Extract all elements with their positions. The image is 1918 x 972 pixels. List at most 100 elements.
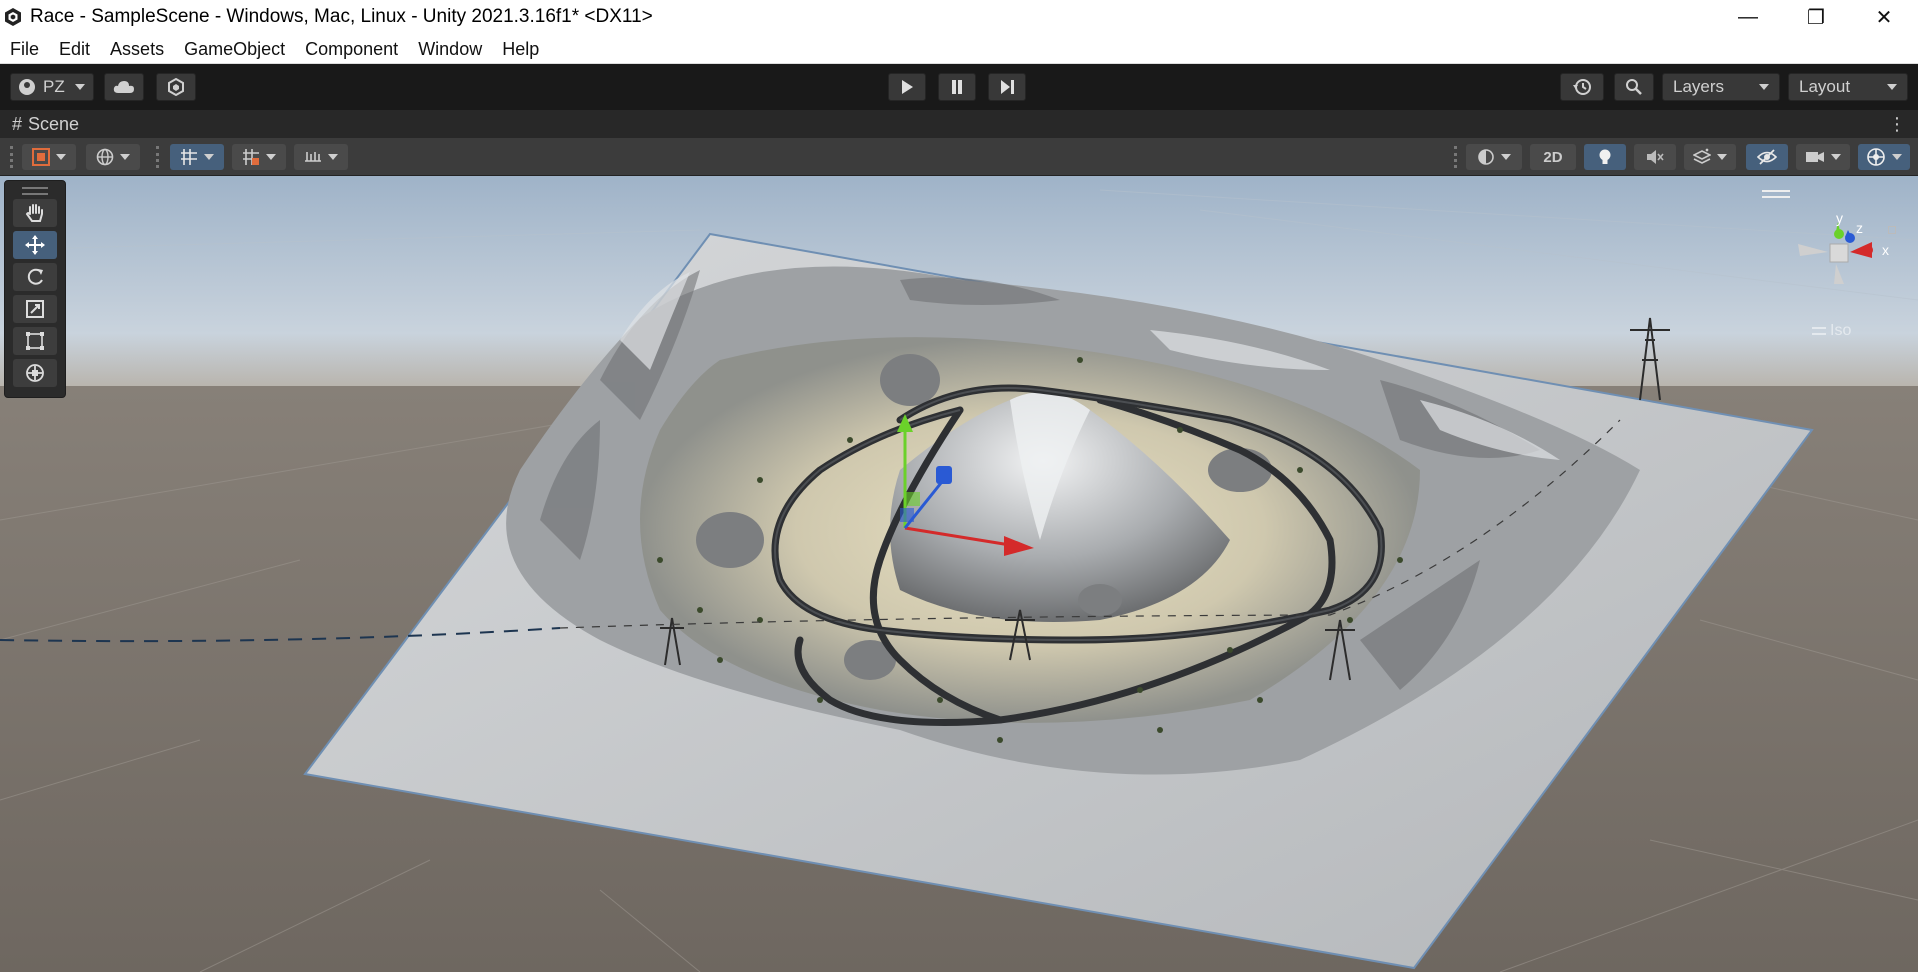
tab-scene[interactable]: Scene — [28, 114, 79, 135]
globe-icon — [96, 148, 114, 166]
account-button[interactable]: PZ — [10, 73, 94, 101]
chevron-down-icon — [1887, 84, 1897, 90]
move-tool-button[interactable] — [13, 231, 57, 259]
audio-toggle[interactable] — [1634, 144, 1676, 170]
layout-dropdown[interactable]: Layout — [1788, 73, 1908, 101]
toolbar-grip-icon — [156, 146, 159, 168]
move-arrows-icon — [25, 235, 45, 255]
chevron-down-icon — [1759, 84, 1769, 90]
scene-tab-bar: # Scene ⋮ — [0, 110, 1918, 138]
collab-icon — [168, 78, 184, 96]
speaker-mute-icon — [1647, 150, 1664, 164]
minimize-button[interactable]: — — [1714, 0, 1782, 34]
lightbulb-icon — [1599, 149, 1611, 164]
chevron-down-icon — [1717, 154, 1727, 160]
scale-tool-button[interactable] — [13, 295, 57, 323]
cloud-icon — [113, 81, 134, 93]
increment-snap-icon — [243, 149, 259, 165]
chevron-down-icon — [266, 154, 276, 160]
play-button[interactable] — [888, 73, 926, 101]
overlay-grip-icon[interactable] — [22, 187, 48, 195]
menu-file[interactable]: File — [0, 34, 49, 64]
unity-logo-icon — [2, 6, 24, 28]
grid-visibility-dropdown[interactable] — [294, 144, 348, 170]
menu-help[interactable]: Help — [492, 34, 549, 64]
shading-mode-dropdown[interactable] — [1466, 144, 1522, 170]
overlay-grip-icon[interactable] — [1762, 190, 1790, 198]
collab-button[interactable] — [156, 73, 196, 101]
grid-snapping-toggle[interactable] — [170, 144, 224, 170]
gizmo-z-label: z — [1856, 220, 1863, 236]
draw-mode-dropdown[interactable] — [22, 144, 76, 170]
camera-settings-dropdown[interactable] — [1796, 144, 1850, 170]
tools-overlay — [4, 180, 66, 398]
grid-snap-icon — [181, 149, 197, 165]
restore-button[interactable]: ❐ — [1782, 0, 1850, 34]
hand-tool-button[interactable] — [13, 199, 57, 227]
menu-lines-icon — [1812, 327, 1826, 335]
gizmos-dropdown[interactable] — [1858, 144, 1910, 170]
account-label: PZ — [43, 77, 65, 96]
gizmo-y-label: y — [1836, 210, 1843, 226]
gizmo-lock-icon[interactable] — [1888, 226, 1896, 234]
chevron-down-icon — [120, 154, 130, 160]
gizmos-icon — [1867, 148, 1885, 166]
window-titlebar: Race - SampleScene - Windows, Mac, Linux… — [0, 0, 1918, 34]
chevron-down-icon — [56, 154, 66, 160]
hash-icon: # — [12, 113, 23, 134]
menu-edit[interactable]: Edit — [49, 34, 100, 64]
transform-tool-button[interactable] — [13, 359, 57, 387]
pause-icon — [952, 80, 962, 94]
toolbar-grip-icon — [10, 146, 13, 168]
history-button[interactable] — [1560, 73, 1604, 101]
play-icon — [902, 80, 913, 94]
scene-render[interactable] — [0, 176, 1918, 972]
lighting-toggle[interactable] — [1584, 144, 1626, 170]
step-icon — [1001, 80, 1014, 94]
orientation-gizmo[interactable]: y z x — [1790, 210, 1900, 312]
menu-bar: File Edit Assets GameObject Component Wi… — [0, 34, 1918, 64]
effects-layers-icon — [1693, 148, 1711, 164]
camera-icon — [1806, 152, 1824, 162]
chevron-down-icon — [1892, 154, 1902, 160]
shading-sphere-icon — [1478, 149, 1494, 165]
scene-viewport[interactable]: y z x Iso — [0, 176, 1918, 972]
toggle-2d-button[interactable]: 2D — [1530, 144, 1576, 170]
search-button[interactable] — [1614, 73, 1654, 101]
chevron-down-icon — [328, 154, 338, 160]
more-options-icon[interactable]: ⋮ — [1888, 114, 1906, 134]
chevron-down-icon — [204, 154, 214, 160]
global-local-dropdown[interactable] — [86, 144, 140, 170]
menu-assets[interactable]: Assets — [100, 34, 174, 64]
layers-dropdown[interactable]: Layers — [1662, 73, 1780, 101]
projection-toggle[interactable]: Iso — [1812, 322, 1851, 340]
step-button[interactable] — [988, 73, 1026, 101]
menu-window[interactable]: Window — [408, 34, 492, 64]
pause-button[interactable] — [938, 73, 976, 101]
rect-tool-button[interactable] — [13, 327, 57, 355]
projection-label: Iso — [1830, 322, 1852, 339]
draw-mode-icon — [32, 148, 50, 166]
window-title: Race - SampleScene - Windows, Mac, Linux… — [30, 6, 653, 27]
toolbar-grip-icon — [1454, 146, 1457, 168]
menu-gameobject[interactable]: GameObject — [174, 34, 295, 64]
menu-component[interactable]: Component — [295, 34, 408, 64]
gizmo-x-label: x — [1882, 242, 1889, 258]
scene-view-toolbar: 2D — [0, 138, 1918, 176]
eye-hidden-icon — [1757, 149, 1777, 165]
rect-transform-icon — [26, 332, 44, 350]
chevron-down-icon — [1501, 154, 1511, 160]
layers-label: Layers — [1673, 77, 1725, 96]
search-icon — [1626, 79, 1642, 95]
incremental-snap-toggle[interactable] — [232, 144, 286, 170]
rotate-icon — [27, 268, 43, 285]
hand-icon — [25, 204, 43, 222]
chevron-down-icon — [74, 84, 85, 90]
scene-visibility-toggle[interactable] — [1746, 144, 1788, 170]
effects-dropdown[interactable] — [1684, 144, 1736, 170]
close-button[interactable]: ✕ — [1850, 0, 1918, 34]
cloud-button[interactable] — [104, 73, 144, 101]
layout-label: Layout — [1799, 77, 1851, 96]
rotate-tool-button[interactable] — [13, 263, 57, 291]
scale-icon — [26, 300, 44, 318]
